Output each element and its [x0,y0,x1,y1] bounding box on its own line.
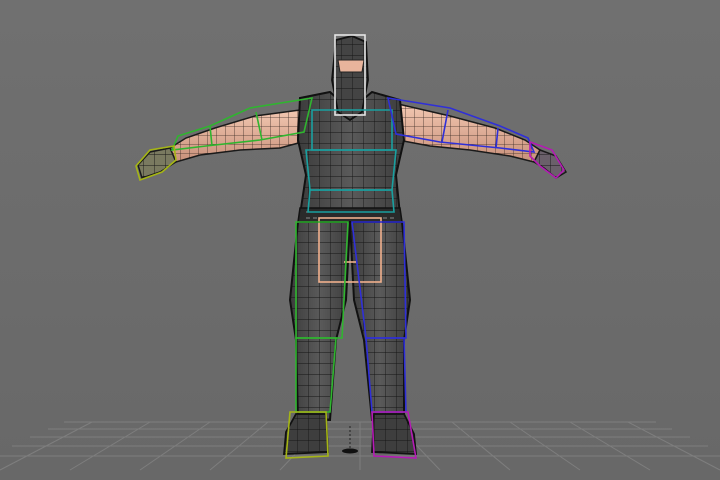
viewport-canvas[interactable] [0,0,720,480]
head-mesh[interactable] [331,35,369,122]
ground-grid [0,421,720,471]
root-marker[interactable] [342,426,358,454]
3d-viewport[interactable] [0,0,720,480]
belt-mesh[interactable] [297,207,403,223]
